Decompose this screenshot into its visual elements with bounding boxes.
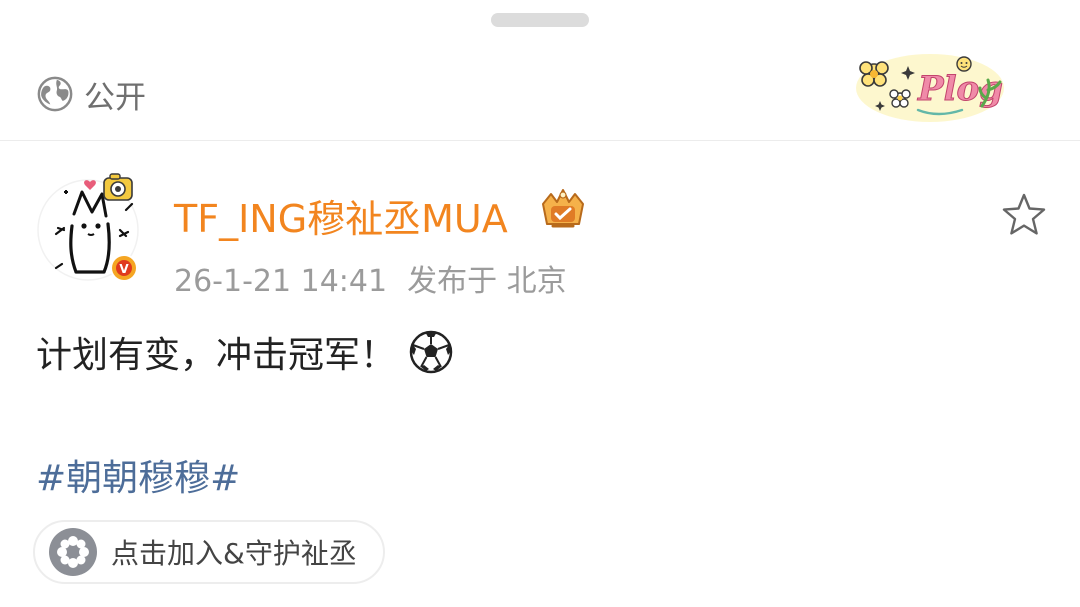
post-text-row: 计划有变，冲击冠军！: [36, 326, 454, 378]
star-icon[interactable]: [999, 190, 1049, 240]
username[interactable]: TF_ING穆祉丞MUA: [174, 188, 508, 243]
post-location: 发布于 北京: [407, 264, 567, 299]
bottom-sheet: 公开 Plog V TF_ING穆祉丞MUA 26-1-21 14:41 发布于…: [0, 0, 1080, 607]
drag-handle[interactable]: [491, 13, 589, 27]
plog-sticker-icon[interactable]: Plog: [852, 46, 1008, 124]
sheet-header: 公开 Plog: [0, 44, 1080, 141]
post-date: 26-1-21 14:41: [174, 264, 388, 299]
flower-icon: [49, 528, 97, 576]
join-guard-label: 点击加入&守护祉丞: [111, 537, 357, 570]
crown-badge-icon[interactable]: [537, 186, 589, 232]
avatar[interactable]: V: [36, 168, 148, 282]
post-text: 计划有变，冲击冠军！: [36, 335, 397, 376]
post-meta: 26-1-21 14:41 发布于 北京: [174, 256, 567, 300]
soccer-ball-icon: [409, 330, 453, 374]
privacy-selector[interactable]: 公开: [36, 74, 146, 116]
verified-badge-text: V: [119, 262, 129, 276]
privacy-label: 公开: [84, 79, 146, 116]
hashtag-link[interactable]: #朝朝穆穆#: [36, 449, 240, 501]
join-guard-button[interactable]: 点击加入&守护祉丞: [33, 520, 385, 584]
globe-icon: [37, 76, 73, 112]
